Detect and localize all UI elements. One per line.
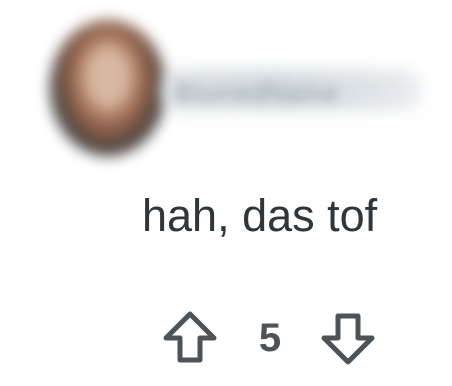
user-avatar[interactable] xyxy=(50,20,166,156)
vote-controls: 5 xyxy=(158,306,378,376)
arrow-up-icon[interactable] xyxy=(158,306,222,370)
vote-count: 5 xyxy=(258,316,282,360)
comment-card: BlurredName hah, das tof 5 xyxy=(0,0,452,386)
arrow-down-icon[interactable] xyxy=(316,306,380,370)
username[interactable]: BlurredName xyxy=(175,78,339,109)
comment-text: hah, das tof xyxy=(142,190,378,241)
